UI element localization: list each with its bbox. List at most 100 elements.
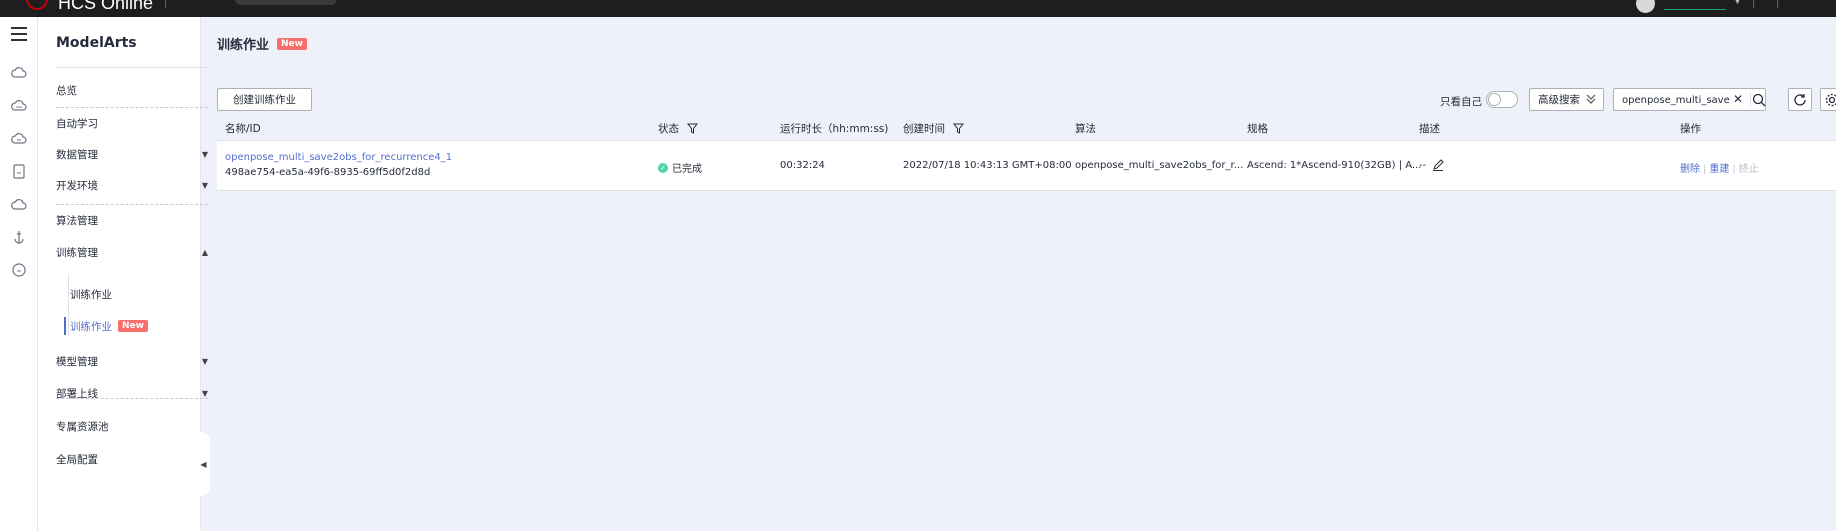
caret-left-icon: ◀ <box>200 459 207 469</box>
search-icon[interactable] <box>1752 93 1766 110</box>
refresh-button[interactable] <box>1788 88 1812 111</box>
sidebar-item-global-config[interactable]: 全局配置 <box>56 448 208 470</box>
submenu-line <box>68 274 69 336</box>
service-rail <box>0 17 38 531</box>
top-bar: HCS Online | ▼ | | <box>0 0 1836 17</box>
avatar[interactable] <box>1636 0 1655 13</box>
sidebar-item-dedicated-pool[interactable]: 专属资源池 <box>56 415 208 437</box>
sidebar-item-label: 训练管理 <box>56 246 98 259</box>
sidebar-title: ModelArts <box>56 35 137 51</box>
column-header-label: 创建时间 <box>903 123 945 135</box>
advanced-search-label: 高级搜索 <box>1538 94 1580 106</box>
job-duration: 00:32:24 <box>780 160 825 171</box>
refresh-icon <box>1794 93 1806 106</box>
delete-link[interactable]: 删除 <box>1680 164 1700 175</box>
document-icon[interactable] <box>11 163 27 179</box>
create-training-job-button[interactable]: 创建训练作业 <box>217 88 312 111</box>
caret-down-icon: ▼ <box>201 388 208 398</box>
chevron-down-icon[interactable]: ▼ <box>1734 0 1741 6</box>
topbar-divider: | <box>1776 0 1780 9</box>
sidebar-collapse-handle[interactable]: ◀ <box>197 432 210 496</box>
stop-link[interactable]: 终止 <box>1739 164 1759 175</box>
sidebar-item-label: 自动学习 <box>56 117 98 130</box>
page-title-text: 训练作业 <box>217 38 270 53</box>
job-desc: -- <box>1419 159 1444 171</box>
caret-up-icon: ▲ <box>201 247 208 257</box>
brand-name: HCS Online <box>58 0 154 13</box>
sidebar-item-label: 专属资源池 <box>56 420 109 433</box>
job-algorithm: openpose_multi_save2obs_for_r... <box>1075 160 1244 171</box>
column-settings-button[interactable] <box>1820 88 1836 111</box>
sidebar-subitem-train-job-new[interactable]: 训练作业 New <box>64 317 148 335</box>
sidebar-item-model-mgmt[interactable]: 模型管理 ▼ <box>56 350 208 372</box>
hamburger-menu-icon[interactable] <box>11 27 27 41</box>
username-underline[interactable] <box>1664 9 1726 10</box>
status-text: 已完成 <box>672 164 702 175</box>
topbar-divider: | <box>1752 0 1756 9</box>
edit-pencil-icon[interactable] <box>1432 159 1444 171</box>
sidebar-item-label: 开发环境 <box>56 179 98 192</box>
only-self-label: 只看自己 <box>1440 96 1482 108</box>
job-spec: Ascend: 1*Ascend-910(32GB) | A... <box>1247 160 1422 171</box>
sidebar-nav: ModelArts 总览 自动学习 数据管理 ▼ 开发环境 ▼ 算法管理 训练管理 ▲… <box>38 17 208 531</box>
sidebar-item-data-mgmt[interactable]: 数据管理 ▼ <box>56 143 208 165</box>
rebuild-link[interactable]: 重建 <box>1709 164 1729 175</box>
search-input[interactable] <box>1622 92 1730 108</box>
table-row: openpose_multi_save2obs_for_recurrence4_… <box>217 141 1836 191</box>
close-icon[interactable]: ✕ <box>1733 92 1743 106</box>
gear-icon <box>1825 93 1836 106</box>
sidebar-item-label: 算法管理 <box>56 214 98 227</box>
sidebar-item-label: 数据管理 <box>56 148 98 161</box>
sidebar-item-label: 全局配置 <box>56 453 98 466</box>
column-header-desc: 描述 <box>1419 123 1440 135</box>
column-header-label: 状态 <box>658 123 679 135</box>
new-badge: New <box>277 37 307 50</box>
cloud-chat-icon[interactable] <box>11 97 27 113</box>
sidebar-item-dev-env[interactable]: 开发环境 ▼ <box>56 174 208 196</box>
anchor-icon[interactable] <box>11 229 27 245</box>
row-operations: 删除 | 重建 | 终止 <box>1680 160 1759 175</box>
caret-down-icon: ▼ <box>201 356 208 366</box>
sidebar-item-label: 总览 <box>56 84 77 97</box>
sidebar-divider <box>56 398 208 399</box>
logo-icon <box>26 0 48 10</box>
sidebar-item-deploy[interactable]: 部署上线 ▼ <box>56 382 208 404</box>
filter-icon[interactable] <box>953 123 964 134</box>
desc-text: -- <box>1419 159 1427 171</box>
only-self-toggle[interactable] <box>1486 91 1518 108</box>
column-header-ops: 操作 <box>1680 123 1701 135</box>
sidebar-item-automl[interactable]: 自动学习 <box>56 112 208 134</box>
sidebar-divider <box>56 204 208 205</box>
advanced-search-button[interactable]: 高级搜索 <box>1529 88 1604 111</box>
column-header-name: 名称/ID <box>225 123 261 135</box>
page-title: 训练作业 New <box>217 34 307 53</box>
column-header-status: 状态 <box>658 121 698 136</box>
check-circle-icon: ✓ <box>658 162 668 173</box>
support-icon[interactable] <box>11 262 27 278</box>
cloud-icon[interactable] <box>11 64 27 80</box>
sidebar-item-algo-mgmt[interactable]: 算法管理 <box>56 209 208 231</box>
column-header-algorithm: 算法 <box>1075 123 1096 135</box>
caret-down-icon: ▼ <box>201 149 208 159</box>
cloud-storage-icon[interactable] <box>11 196 27 212</box>
topbar-divider: | <box>164 0 168 9</box>
search-box: ✕ <box>1613 88 1766 111</box>
sidebar-item-train-mgmt[interactable]: 训练管理 ▲ <box>56 241 208 263</box>
op-separator: | <box>1732 164 1736 175</box>
sidebar-item-overview[interactable]: 总览 <box>56 79 208 101</box>
search-divider <box>1750 92 1751 107</box>
active-indicator <box>64 317 66 335</box>
double-chevron-down-icon <box>1586 93 1596 108</box>
job-created-time: 2022/07/18 10:43:13 GMT+08:00 <box>903 160 1072 171</box>
toggle-knob <box>1488 93 1501 106</box>
region-selector[interactable] <box>235 0 337 5</box>
filter-icon[interactable] <box>687 123 698 134</box>
column-header-spec: 规格 <box>1247 123 1268 135</box>
sidebar-item-label: 训练作业 <box>70 320 112 333</box>
cloud-db-icon[interactable] <box>11 130 27 146</box>
column-header-created: 创建时间 <box>903 121 964 136</box>
sidebar-subitem-train-job[interactable]: 训练作业 <box>70 285 112 303</box>
job-id: 498ae754-ea5a-49f6-8935-69ff5d0f2d8d <box>225 167 431 178</box>
column-header-duration: 运行时长（hh:mm:ss) <box>780 123 889 135</box>
job-name-link[interactable]: openpose_multi_save2obs_for_recurrence4_… <box>225 152 452 163</box>
